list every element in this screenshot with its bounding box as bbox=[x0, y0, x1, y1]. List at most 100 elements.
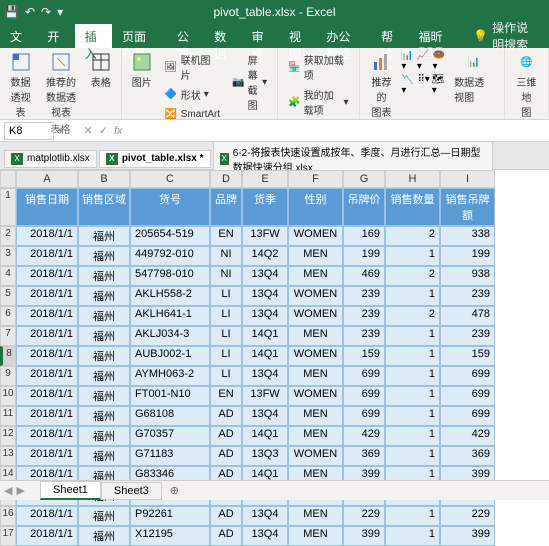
data-cell[interactable]: 699 bbox=[440, 366, 495, 386]
data-cell[interactable]: LI bbox=[210, 326, 242, 346]
table-header-cell[interactable]: 货号 bbox=[130, 188, 210, 226]
data-cell[interactable]: G71183 bbox=[130, 446, 210, 466]
data-cell[interactable]: 2018/1/1 bbox=[16, 226, 78, 246]
data-cell[interactable]: LI bbox=[210, 346, 242, 366]
data-cell[interactable]: 547798-010 bbox=[130, 266, 210, 286]
data-cell[interactable]: 1 bbox=[385, 366, 440, 386]
map-chart-icon[interactable]: 🗺▾ bbox=[432, 74, 446, 96]
data-cell[interactable]: 2018/1/1 bbox=[16, 306, 78, 326]
data-cell[interactable]: 福州 bbox=[78, 346, 130, 366]
data-cell[interactable]: 699 bbox=[343, 386, 385, 406]
data-cell[interactable]: 14Q1 bbox=[242, 326, 288, 346]
data-cell[interactable]: 1 bbox=[385, 446, 440, 466]
data-cell[interactable]: 239 bbox=[440, 286, 495, 306]
data-cell[interactable]: AYMH063-2 bbox=[130, 366, 210, 386]
data-cell[interactable]: 福州 bbox=[78, 406, 130, 426]
data-cell[interactable]: 13Q3 bbox=[242, 446, 288, 466]
data-cell[interactable]: 469 bbox=[343, 266, 385, 286]
data-cell[interactable]: 369 bbox=[343, 446, 385, 466]
table-button[interactable]: 表格 bbox=[87, 50, 115, 91]
sheet-tab-1[interactable]: Sheet1 bbox=[40, 481, 101, 500]
column-header[interactable]: I bbox=[440, 170, 495, 188]
my-addins-button[interactable]: 🧩我的加载项 ▾ bbox=[284, 85, 352, 119]
cancel-icon[interactable]: ✕ bbox=[84, 124, 93, 137]
row-header[interactable]: 12 bbox=[0, 426, 16, 446]
data-cell[interactable]: X12195 bbox=[130, 526, 210, 546]
data-cell[interactable]: 1 bbox=[385, 286, 440, 306]
tab-home[interactable]: 开始 bbox=[37, 24, 74, 48]
data-cell[interactable]: LI bbox=[210, 286, 242, 306]
pivot-table-button[interactable]: 数据 透视表 bbox=[6, 50, 35, 121]
online-pictures-button[interactable]: 🖼联机图片 bbox=[160, 50, 224, 84]
row-header[interactable]: 17 bbox=[0, 526, 16, 546]
data-cell[interactable]: WOMEN bbox=[288, 286, 343, 306]
data-cell[interactable]: 1 bbox=[385, 406, 440, 426]
select-all-corner[interactable] bbox=[0, 170, 16, 188]
data-cell[interactable]: 169 bbox=[343, 226, 385, 246]
data-cell[interactable]: 2 bbox=[385, 306, 440, 326]
data-cell[interactable]: AD bbox=[210, 426, 242, 446]
data-cell[interactable]: G68108 bbox=[130, 406, 210, 426]
row-header[interactable]: 9 bbox=[0, 366, 16, 386]
table-header-cell[interactable]: 销售日期 bbox=[16, 188, 78, 226]
data-cell[interactable]: 429 bbox=[440, 426, 495, 446]
file-tab-1[interactable]: Xmatplotlib.xlsx bbox=[4, 150, 97, 168]
tell-me[interactable]: 💡 操作说明搜索 bbox=[463, 24, 549, 48]
table-header-cell[interactable]: 品牌 bbox=[210, 188, 242, 226]
tab-foxit[interactable]: 福昕PDF bbox=[408, 24, 463, 48]
scatter-chart-icon[interactable]: ⠿▾ bbox=[417, 74, 429, 96]
line-chart-icon[interactable]: 📈▾ bbox=[417, 50, 431, 72]
data-cell[interactable]: MEN bbox=[288, 266, 343, 286]
data-cell[interactable]: 239 bbox=[343, 286, 385, 306]
screenshot-button[interactable]: 📷屏幕截图 ▾ bbox=[228, 50, 271, 114]
data-cell[interactable]: MEN bbox=[288, 406, 343, 426]
data-cell[interactable]: MEN bbox=[288, 426, 343, 446]
data-cell[interactable]: 福州 bbox=[78, 266, 130, 286]
column-header[interactable]: A bbox=[16, 170, 78, 188]
shapes-button[interactable]: 🔷形状 ▾ bbox=[160, 85, 224, 104]
column-header[interactable]: D bbox=[210, 170, 242, 188]
bar-chart-icon[interactable]: 📊▾ bbox=[401, 50, 415, 72]
formula-input[interactable] bbox=[123, 122, 549, 140]
row-header[interactable]: 11 bbox=[0, 406, 16, 426]
tab-layout[interactable]: 页面布局 bbox=[112, 24, 167, 48]
row-header[interactable]: 3 bbox=[0, 246, 16, 266]
column-header[interactable]: G bbox=[343, 170, 385, 188]
tab-file[interactable]: 文件 bbox=[0, 24, 37, 48]
data-cell[interactable]: MEN bbox=[288, 246, 343, 266]
pivot-chart-button[interactable]: 📊 数据透视图 bbox=[450, 50, 498, 106]
data-cell[interactable]: 13Q4 bbox=[242, 286, 288, 306]
data-cell[interactable]: 369 bbox=[440, 446, 495, 466]
data-cell[interactable]: 229 bbox=[440, 506, 495, 526]
data-cell[interactable]: 2018/1/1 bbox=[16, 286, 78, 306]
row-header[interactable]: 6 bbox=[0, 306, 16, 326]
data-cell[interactable]: 239 bbox=[440, 326, 495, 346]
data-cell[interactable]: 2018/1/1 bbox=[16, 326, 78, 346]
data-cell[interactable]: P92261 bbox=[130, 506, 210, 526]
data-cell[interactable]: EN bbox=[210, 386, 242, 406]
data-cell[interactable]: 14Q1 bbox=[242, 346, 288, 366]
data-cell[interactable]: 239 bbox=[343, 306, 385, 326]
data-cell[interactable]: NI bbox=[210, 266, 242, 286]
data-cell[interactable]: 1 bbox=[385, 426, 440, 446]
get-addins-button[interactable]: 🏪获取加载项 bbox=[284, 50, 352, 84]
fx-icon[interactable]: fx bbox=[114, 125, 123, 137]
data-cell[interactable]: WOMEN bbox=[288, 386, 343, 406]
data-cell[interactable]: 2018/1/1 bbox=[16, 426, 78, 446]
data-cell[interactable]: 1 bbox=[385, 386, 440, 406]
data-cell[interactable]: 13FW bbox=[242, 226, 288, 246]
data-cell[interactable]: 938 bbox=[440, 266, 495, 286]
data-cell[interactable]: AKLH641-1 bbox=[130, 306, 210, 326]
table-header-cell[interactable]: 吊牌价 bbox=[343, 188, 385, 226]
table-header-cell[interactable]: 销售吊牌额 bbox=[440, 188, 495, 226]
data-cell[interactable]: AUBJ002-1 bbox=[130, 346, 210, 366]
data-cell[interactable]: 699 bbox=[343, 406, 385, 426]
row-header[interactable]: 2 bbox=[0, 226, 16, 246]
data-cell[interactable]: 478 bbox=[440, 306, 495, 326]
data-cell[interactable]: AKLH558-2 bbox=[130, 286, 210, 306]
data-cell[interactable]: MEN bbox=[288, 506, 343, 526]
row-header[interactable]: 5 bbox=[0, 286, 16, 306]
prev-sheet-icon[interactable]: ◀ bbox=[4, 484, 12, 497]
data-cell[interactable]: 338 bbox=[440, 226, 495, 246]
file-tab-2[interactable]: Xpivot_table.xlsx * bbox=[99, 150, 211, 168]
